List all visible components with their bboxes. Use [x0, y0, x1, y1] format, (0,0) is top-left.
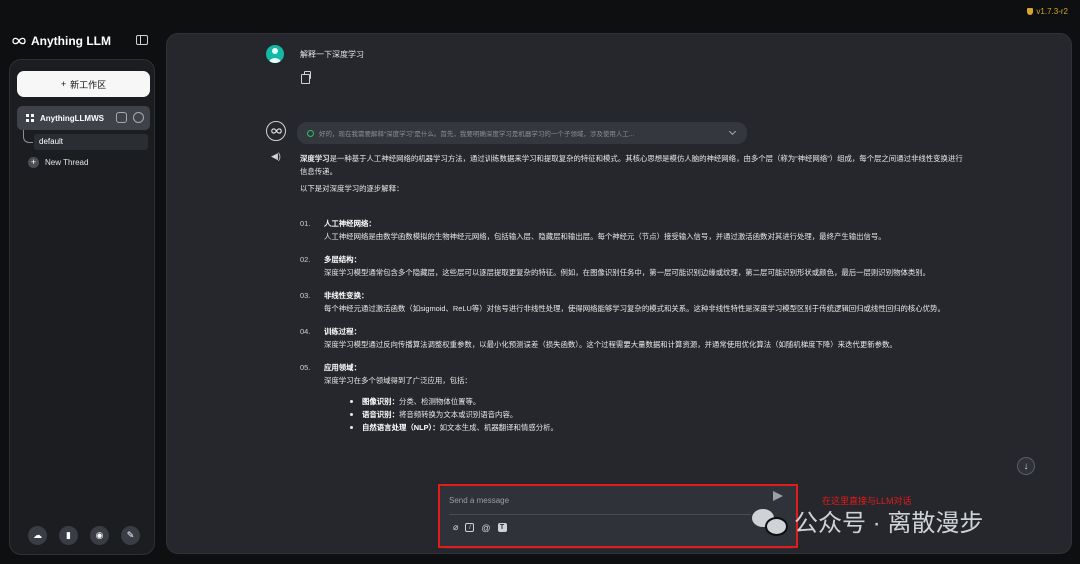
bullet-text: 分类、检测物体位置等。	[398, 397, 481, 406]
list-title: 应用领域：	[324, 363, 361, 372]
list-body: 深度学习模型通常包含多个隐藏层，这些层可以逐层提取更复杂的特征。例如，在图像识别…	[324, 268, 931, 277]
annotation-highlight-box	[438, 484, 798, 548]
sidebar-toggle-icon[interactable]	[136, 35, 148, 45]
list-item: 03. 非线性变换： 每个神经元通过激活函数（如sigmoid、ReLU等）对信…	[300, 289, 970, 315]
thread-item-default[interactable]: default	[34, 134, 148, 150]
list-body: 深度学习在多个领域得到了广泛应用，包括：	[324, 376, 472, 385]
workspace-item[interactable]: AnythingLLMWS	[17, 106, 150, 130]
version-text: v1.7.3-r2	[1036, 7, 1068, 16]
answer-intro-rest: 是一种基于人工神经网络的机器学习方法，通过训练数据来学习和提取复杂的特征和模式。…	[300, 154, 963, 176]
new-thread-button[interactable]: + New Thread	[28, 157, 88, 168]
list-title: 多层结构：	[324, 255, 361, 264]
bullet-text: 将音频转换为文本或识别语音内容。	[398, 410, 518, 419]
assistant-avatar	[266, 121, 286, 141]
new-workspace-button[interactable]: + 新工作区	[17, 71, 150, 97]
thread-connector	[23, 130, 33, 143]
workspace-grid-icon	[26, 114, 34, 122]
thought-text: 好的，现在我需要解释“深度学习”是什么。首先，我要明确深度学习是机器学习的一个子…	[319, 131, 635, 138]
user-avatar	[266, 45, 284, 63]
copy-icon[interactable]	[301, 71, 311, 84]
list-number: 02.	[300, 255, 311, 264]
scroll-down-button[interactable]: ↓	[1017, 457, 1035, 475]
brand-name: Anything LLM	[31, 34, 111, 48]
bullet-item: 语音识别：将音频转换为文本或识别语音内容。	[348, 408, 970, 421]
bullet-bold: 语音识别：	[362, 410, 399, 419]
wechat-logo-icon	[752, 507, 788, 536]
bullet-text: 如文本生成、机器翻译和情感分析。	[439, 423, 558, 432]
answer-lead: 以下是对深度学习的逐步解释：	[300, 184, 404, 193]
brain-icon	[307, 129, 314, 137]
discord-icon[interactable]: ◉	[90, 526, 109, 545]
docs-book-icon[interactable]: ▮	[59, 526, 78, 545]
watermark: 公众号 · 离散漫步	[752, 503, 983, 538]
workspace-panel: + 新工作区 AnythingLLMWS default + New Threa…	[9, 59, 155, 555]
new-thread-label: New Thread	[45, 158, 89, 167]
upload-icon[interactable]	[116, 112, 127, 123]
list-item: 02. 多层结构： 深度学习模型通常包含多个隐藏层，这些层可以逐层提取更复杂的特…	[300, 253, 970, 279]
bullet-list: 图像识别：分类、检测物体位置等。 语音识别：将音频转换为文本或识别语音内容。 自…	[324, 395, 970, 434]
list-title: 非线性变换：	[324, 291, 369, 300]
thread-label: default	[39, 137, 64, 146]
brand-logo: Anything LLM	[12, 34, 111, 48]
plus-circle-icon: +	[28, 157, 39, 168]
list-number: 05.	[300, 363, 311, 372]
list-body: 深度学习模型通过反向传播算法调整权重参数，以最小化预测误差（损失函数）。这个过程…	[324, 340, 897, 349]
chevron-down-icon[interactable]	[728, 127, 737, 136]
gear-icon[interactable]	[133, 112, 144, 123]
bullet-bold: 自然语言处理（NLP）：	[362, 423, 440, 432]
list-item: 04. 训练过程： 深度学习模型通过反向传播算法调整权重参数，以最小化预测误差（…	[300, 325, 970, 351]
bullet-item: 图像识别：分类、检测物体位置等。	[348, 395, 970, 408]
bullet-item: 自然语言处理（NLP）：如文本生成、机器翻译和情感分析。	[348, 421, 970, 434]
workspace-name: AnythingLLMWS	[40, 113, 104, 123]
assistant-logo-icon	[270, 128, 282, 134]
list-number: 04.	[300, 327, 311, 336]
scroll-fade	[167, 444, 1071, 484]
answer-intro: 深度学习是一种基于人工神经网络的机器学习方法，通过训练数据来学习和提取复杂的特征…	[300, 152, 970, 178]
answer-list: 01. 人工神经网络： 人工神经网络是由数学函数模拟的生物神经元网络，包括输入层…	[300, 217, 970, 434]
shield-icon	[1027, 8, 1034, 15]
list-item: 05. 应用领域： 深度学习在多个领域得到了广泛应用，包括： 图像识别：分类、检…	[300, 361, 970, 434]
answer-intro-bold: 深度学习	[300, 154, 330, 163]
user-message: 解释一下深度学习	[300, 50, 364, 59]
chat-panel: 解释一下深度学习 ◀) 好的，现在我需要解释“深度学习”是什么。首先，我要明确深…	[166, 33, 1072, 554]
watermark-text: 公众号 · 离散漫步	[794, 510, 984, 537]
list-number: 03.	[300, 291, 311, 300]
sidebar: Anything LLM + 新工作区 AnythingLLMWS defaul…	[0, 26, 160, 564]
community-hub-icon[interactable]: ☁	[28, 526, 47, 545]
new-workspace-label: 新工作区	[70, 79, 107, 90]
plus-icon: +	[60, 79, 67, 89]
version-badge: v1.7.3-r2	[1027, 7, 1068, 16]
list-title: 人工神经网络：	[324, 219, 376, 228]
list-item: 01. 人工神经网络： 人工神经网络是由数学函数模拟的生物神经元网络，包括输入层…	[300, 217, 970, 243]
list-title: 训练过程：	[324, 327, 361, 336]
list-number: 01.	[300, 219, 311, 228]
sidebar-footer-icons: ☁ ▮ ◉ ✎	[28, 526, 140, 545]
thought-summary[interactable]: 好的，现在我需要解释“深度学习”是什么。首先，我要明确深度学习是机器学习的一个子…	[297, 122, 747, 144]
anything-llm-logo-icon	[12, 37, 26, 45]
top-bar: v1.7.3-r2	[0, 0, 1080, 26]
settings-wrench-icon[interactable]: ✎	[121, 526, 140, 545]
bullet-bold: 图像识别：	[362, 397, 399, 406]
list-body: 人工神经网络是由数学函数模拟的生物神经元网络，包括输入层、隐藏层和输出层。每个神…	[324, 232, 886, 241]
speaker-icon[interactable]: ◀)	[271, 151, 281, 162]
list-body: 每个神经元通过激活函数（如sigmoid、ReLU等）对信号进行非线性处理，使得…	[324, 304, 945, 313]
assistant-answer: 深度学习是一种基于人工神经网络的机器学习方法，通过训练数据来学习和提取复杂的特征…	[300, 152, 970, 444]
